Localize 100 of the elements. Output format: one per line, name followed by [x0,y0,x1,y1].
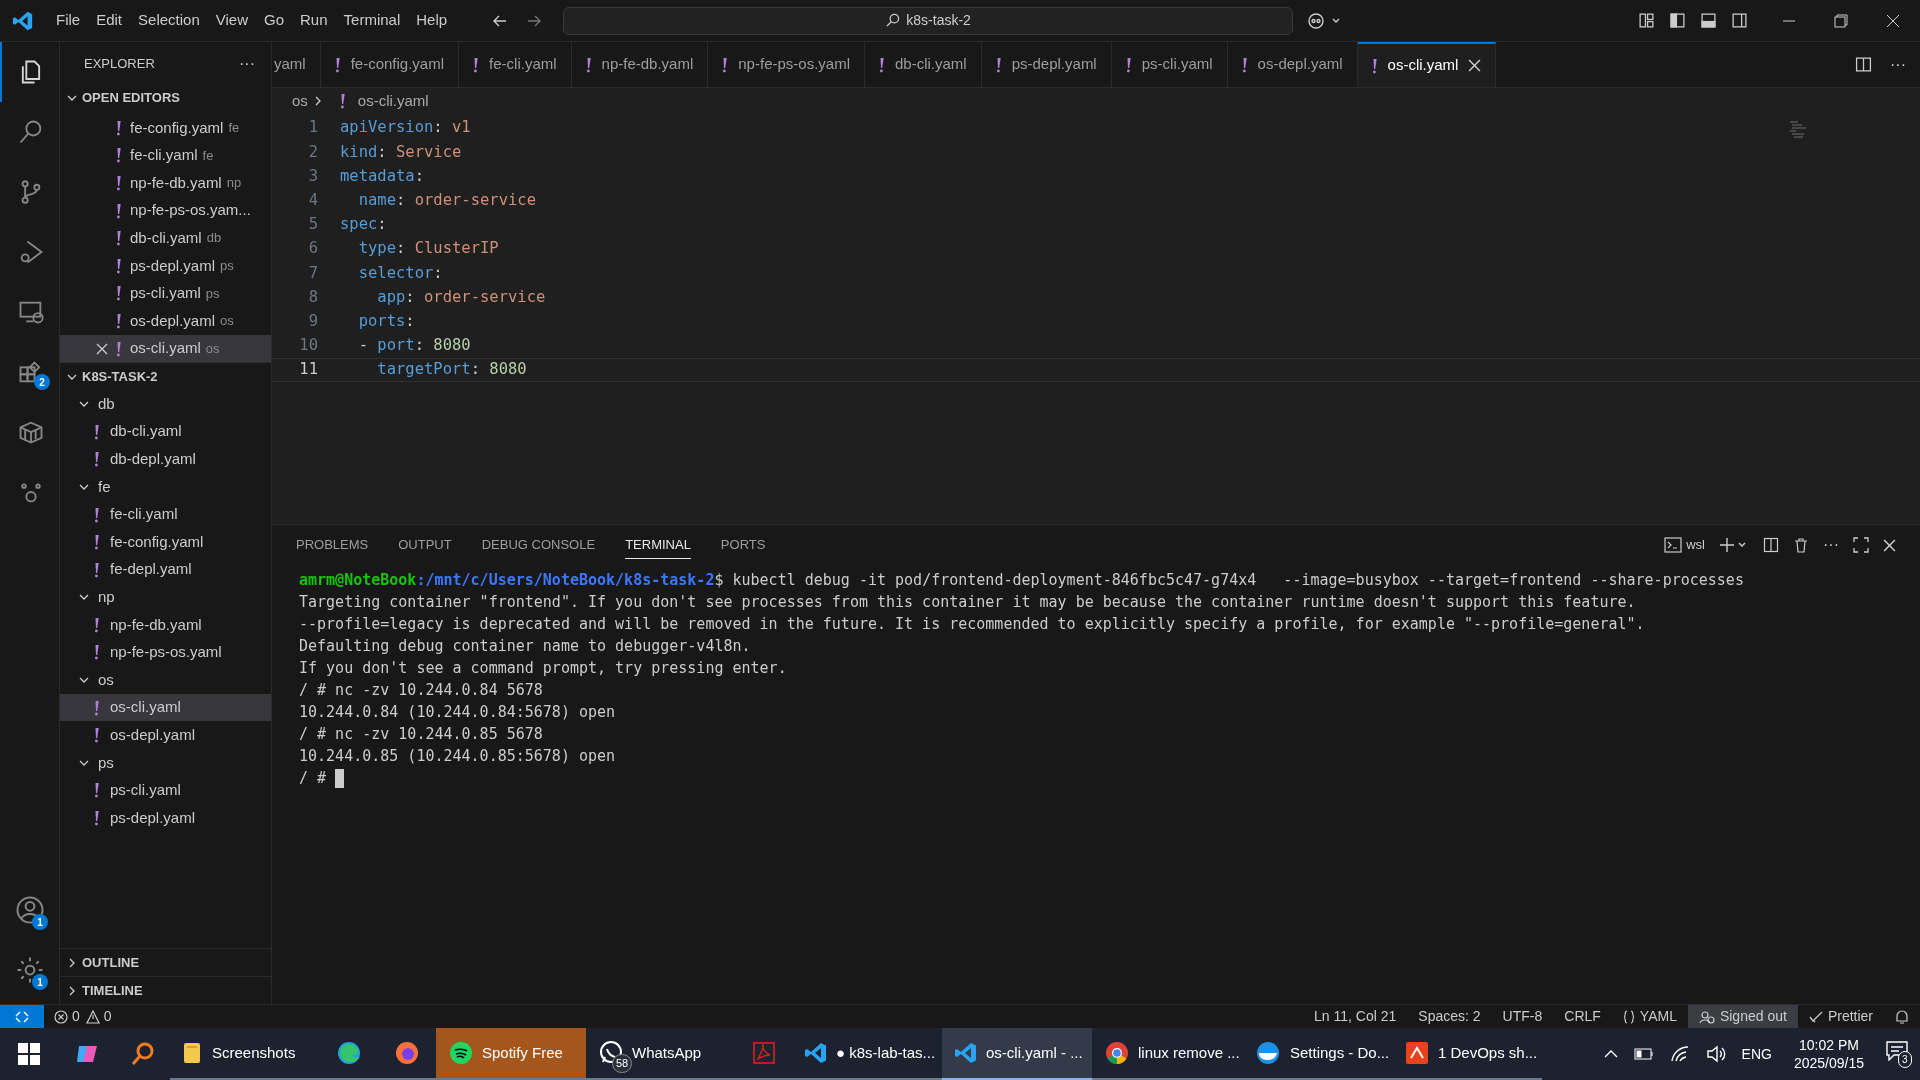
yaml-file-icon [116,119,122,136]
menu-item[interactable]: Edit [88,5,131,36]
taskbar-app[interactable]: WhatsApp 58 [586,1028,736,1080]
menu-item[interactable]: File [48,5,89,36]
taskbar-app[interactable]: 1 DevOps sh... [1392,1028,1542,1080]
close-icon[interactable] [1886,13,1900,28]
open-editor-item[interactable]: ps-depl.yaml ps [60,251,271,280]
tree-folder[interactable]: os [60,666,271,694]
terminal-icon[interactable] [1664,537,1683,553]
section-header[interactable]: OPEN EDITORS [82,88,180,108]
restore-icon[interactable] [1834,13,1848,28]
tree-folder[interactable]: np [60,583,271,612]
copilot-icon[interactable] [1307,11,1342,30]
layout-icon[interactable] [1638,12,1655,29]
tree-item[interactable]: os-cli.yaml [60,693,271,722]
menu-item[interactable]: Selection [130,5,208,36]
menu-item[interactable]: Run [292,5,336,36]
tree-item[interactable]: db-depl.yaml [60,445,271,474]
yaml-file-icon [94,699,100,716]
panel-tab[interactable]: TERMINAL [625,530,691,560]
yaml-file-icon [585,56,592,73]
yaml-file-icon [339,93,346,109]
open-editor-item[interactable]: os-cli.yaml os [60,334,271,363]
tree-item[interactable]: np-fe-db.yaml [60,611,271,639]
more-actions-button[interactable]: ··· [239,52,255,76]
panel-tab[interactable]: OUTPUT [398,530,452,560]
menu-item[interactable]: Go [256,5,292,36]
tree-folder[interactable]: fe [60,473,271,501]
account-icon[interactable] [14,895,45,925]
section-header[interactable]: OUTLINE [82,952,140,973]
search-icon[interactable] [130,1041,156,1067]
trash-icon[interactable] [1793,537,1809,553]
tree-item[interactable]: fe-depl.yaml [60,555,271,584]
breadcrumb-item[interactable]: os-cli.yaml [357,89,429,113]
secondary-sidebar-icon[interactable] [1731,12,1748,29]
close-icon[interactable] [1883,538,1896,552]
notification-center-icon[interactable] [1886,1040,1908,1061]
tree-item[interactable]: os-depl.yaml [60,721,271,750]
taskbar-app[interactable]: os-cli.yaml - ... [942,1028,1092,1080]
tree-item[interactable]: fe-config.yaml [60,528,271,556]
command-center-search[interactable]: k8s-task-2 [563,6,1294,35]
yaml-file-icon [879,56,885,73]
split-editor-icon[interactable] [1855,56,1872,73]
terminal-profile-label[interactable]: wsl [1686,535,1705,555]
status-item[interactable]: UTF-8 [1491,1005,1554,1028]
close-icon[interactable] [1468,59,1482,72]
status-item[interactable]: Signed out [1687,1005,1798,1028]
more-actions-button[interactable]: ··· [1823,533,1839,557]
problems-indicator[interactable]: 0 0 [54,1006,112,1027]
close-icon[interactable] [96,342,108,355]
volume-icon[interactable] [1705,1045,1726,1063]
yaml-file-icon [94,782,100,799]
split-terminal-icon[interactable] [1763,537,1779,553]
panel-toggle-icon[interactable] [1700,12,1717,29]
status-item[interactable]: Ln 11, Col 21 [1303,1005,1408,1028]
open-editor-item[interactable]: ps-cli.yaml ps [60,279,271,308]
open-editor-item[interactable]: os-depl.yaml os [60,307,271,335]
taskbar-app[interactable]: Settings - Do... [1242,1028,1392,1080]
show-hidden-icons-icon[interactable] [1603,1049,1618,1059]
open-editor-item[interactable]: np-fe-db.yaml np [60,169,271,197]
menu-item[interactable]: Help [408,5,456,36]
taskbar-app[interactable]: Spotify Free [436,1028,586,1080]
code-line: selector: [357,262,443,284]
open-editor-item[interactable]: np-fe-ps-os.yam... [60,196,271,225]
windows-start-icon[interactable] [18,1043,40,1065]
editor-tab[interactable]: os-cli.yaml [1357,42,1497,87]
open-editor-item[interactable]: fe-config.yaml fe [60,114,271,142]
tree-item[interactable]: db-cli.yaml [60,417,271,446]
status-item[interactable]: CRLF [1553,1005,1612,1028]
language-indicator[interactable]: ENG [1741,1043,1772,1065]
sidebar-toggle-icon[interactable] [1669,12,1686,29]
panel-tab[interactable]: PROBLEMS [296,530,369,560]
tree-item[interactable]: ps-cli.yaml [60,776,271,805]
more-actions-button[interactable]: ··· [1890,52,1906,77]
menu-item[interactable]: View [207,5,256,36]
wifi-icon[interactable] [1669,1045,1690,1063]
breadcrumb-item[interactable]: os [292,89,308,113]
browser-icon [1104,1040,1130,1066]
open-editor-item[interactable]: fe-cli.yaml fe [60,141,271,170]
taskbar-app[interactable]: linux remove ... [1092,1028,1242,1080]
open-editor-item[interactable]: db-cli.yaml db [60,224,271,252]
battery-icon[interactable] [1633,1048,1654,1060]
tree-item[interactable]: np-fe-ps-os.yaml [60,638,271,667]
tree-folder[interactable]: db [60,390,271,418]
clock[interactable]: 10:02 PM 2025/09/15 [1787,1036,1870,1072]
status-item[interactable]: Prettier [1797,1005,1884,1028]
taskbar-app[interactable]: Screenshots [170,1028,320,1080]
section-header[interactable]: TIMELINE [82,980,143,1001]
menu-item[interactable]: Terminal [335,5,409,36]
status-item[interactable]: YAML [1611,1005,1688,1028]
panel-tab[interactable]: DEBUG CONSOLE [481,530,596,560]
editor-tab[interactable]: yaml [272,42,321,87]
tree-folder[interactable]: ps [60,749,271,777]
tree-item[interactable]: fe-cli.yaml [60,500,271,529]
tree-item[interactable]: ps-depl.yaml [60,804,271,832]
panel-tab[interactable]: PORTS [720,530,766,560]
yaml-file-icon [116,312,122,329]
status-item[interactable]: Spaces: 2 [1407,1005,1492,1028]
maximize-icon[interactable] [1853,537,1869,553]
section-header[interactable]: K8S-TASK-2 [82,367,158,387]
